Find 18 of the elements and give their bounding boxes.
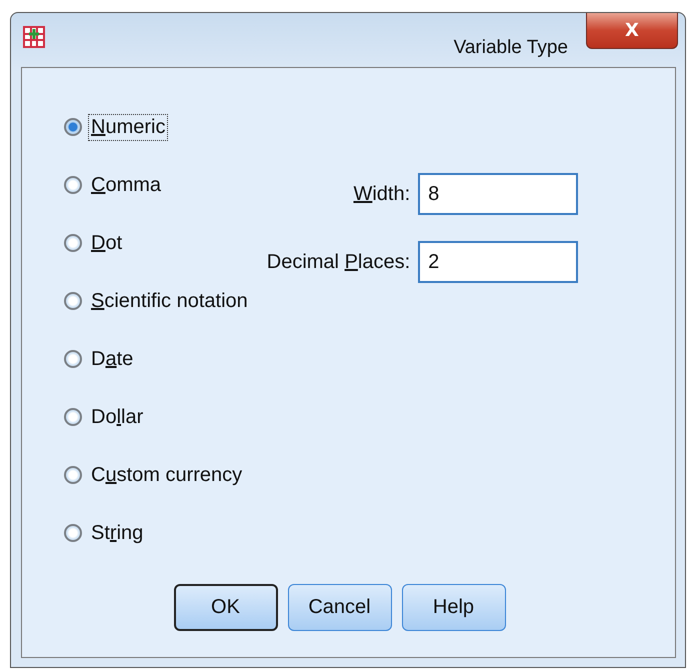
window-title: Variable Type — [454, 37, 568, 59]
dialog-button[interactable]: OK — [174, 584, 278, 631]
input-field[interactable]: 2 — [418, 241, 578, 283]
radio-option[interactable]: Date — [64, 345, 251, 373]
dialog-button[interactable]: Help — [402, 584, 506, 631]
dialog-button[interactable]: Cancel — [288, 584, 392, 631]
input-field[interactable]: 8 — [418, 173, 578, 215]
spreadsheet-icon — [23, 26, 45, 48]
radio-option[interactable]: Custom currency — [64, 461, 251, 489]
radio-option[interactable]: Comma — [64, 171, 251, 199]
field-label: Width: — [352, 182, 410, 206]
radio-option[interactable]: Numeric — [64, 113, 251, 141]
field-label: Decimal Places: — [266, 250, 410, 274]
radio-option[interactable]: Dollar — [64, 403, 251, 431]
radio-option[interactable]: Scientific notation — [64, 287, 251, 315]
close-button[interactable]: X — [586, 13, 678, 49]
radio-option[interactable]: String — [64, 519, 251, 547]
radio-option[interactable]: Dot — [64, 229, 251, 257]
